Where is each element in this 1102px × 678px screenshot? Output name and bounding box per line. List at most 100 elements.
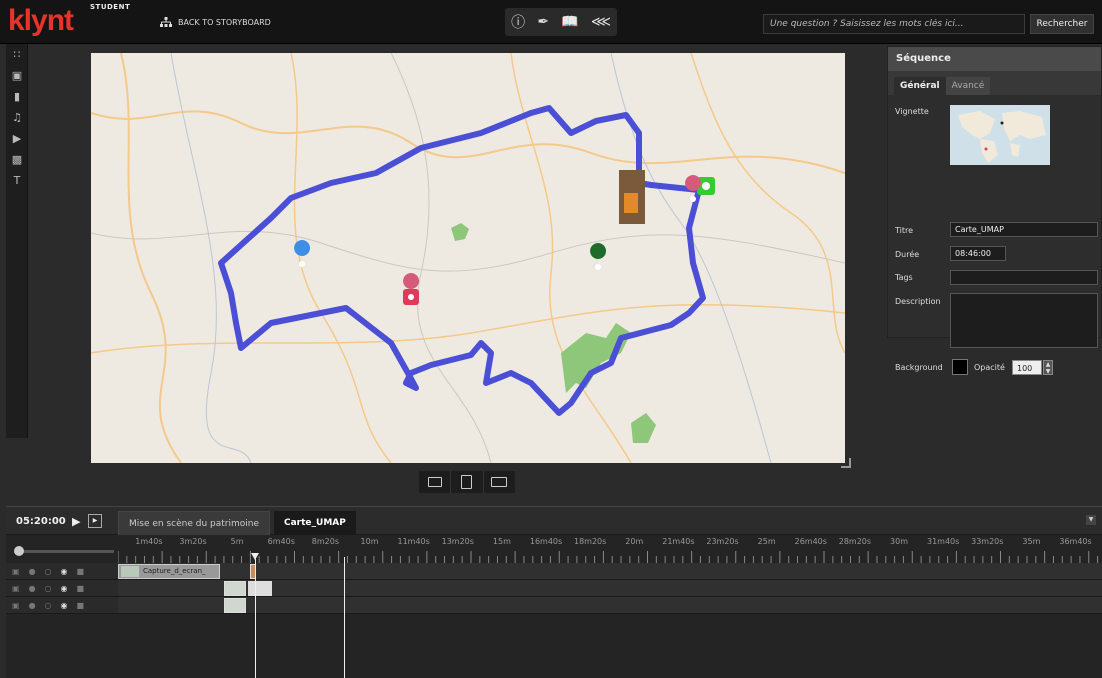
- gear-icon[interactable]: ●: [29, 567, 36, 576]
- opacite-label: Opacité: [974, 363, 1005, 372]
- duree-field[interactable]: 08:46:00: [950, 246, 1006, 261]
- lock-icon[interactable]: ■: [77, 584, 85, 593]
- left-toolbar: ∷ ▣ ▮ ♫ ▶ ▩ T: [6, 44, 28, 438]
- map-canvas[interactable]: [91, 53, 845, 463]
- timeline: 05:20:00 ▶ ▶ Mise en scène du patrimoine…: [6, 506, 1102, 678]
- book-icon[interactable]: 📖: [561, 14, 578, 30]
- ruler-label: 6m40s: [267, 537, 295, 546]
- tags-label: Tags: [895, 273, 913, 282]
- trash-icon[interactable]: ▣: [12, 584, 20, 593]
- ruler-label: 28m20s: [838, 537, 872, 546]
- app-logo-subtitle: STUDENT: [90, 3, 131, 11]
- preview-button[interactable]: ▶: [88, 514, 102, 528]
- trash-icon[interactable]: ▣: [12, 567, 20, 576]
- opacite-field[interactable]: 100: [1012, 360, 1042, 375]
- eye-icon[interactable]: ◉: [61, 567, 68, 576]
- lock-icon[interactable]: ■: [77, 567, 85, 576]
- vignette-thumbnail[interactable]: [950, 105, 1050, 165]
- ruler-label: 11m40s: [397, 537, 430, 546]
- ruler-label: 36m40s: [1059, 537, 1092, 546]
- info-icon[interactable]: ⓘ: [511, 12, 525, 32]
- video-icon[interactable]: ▮: [6, 86, 28, 107]
- tab-mise-en-scene[interactable]: Mise en scène du patrimoine: [118, 511, 270, 535]
- eye-icon[interactable]: ◉: [61, 601, 68, 610]
- background-color-swatch[interactable]: [952, 359, 968, 375]
- sequence-end-marker[interactable]: [344, 557, 345, 678]
- back-to-storyboard-link[interactable]: BACK TO STORYBOARD: [160, 17, 271, 27]
- marker-photo[interactable]: [619, 170, 645, 224]
- share-icon[interactable]: ⋘: [591, 14, 611, 30]
- opacite-stepper[interactable]: ▲ ▼: [1043, 360, 1053, 375]
- clip-image-thumb[interactable]: [248, 581, 272, 596]
- ruler-label: 35m: [1022, 537, 1041, 546]
- ruler-label: 5m: [230, 537, 244, 546]
- search-input[interactable]: [763, 14, 1025, 34]
- timeline-menu-button[interactable]: ▼: [1086, 515, 1096, 525]
- tags-field[interactable]: [950, 270, 1098, 285]
- clip-map-thumb[interactable]: [224, 598, 246, 613]
- description-field[interactable]: [950, 293, 1098, 348]
- track-area[interactable]: Capture_d_ecran_: [118, 563, 1102, 579]
- music-icon[interactable]: ♫: [6, 107, 28, 128]
- search-button[interactable]: Rechercher: [1030, 14, 1094, 34]
- text-icon[interactable]: T: [6, 170, 28, 191]
- link-icon[interactable]: ○: [45, 601, 52, 610]
- tab-general[interactable]: Général: [894, 77, 946, 95]
- camera-icon[interactable]: ▣: [6, 65, 28, 86]
- ruler-label: 13m20s: [441, 537, 474, 546]
- gear-icon[interactable]: ●: [29, 584, 36, 593]
- timeline-header: 05:20:00 ▶ ▶ Mise en scène du patrimoine…: [6, 507, 1102, 535]
- app-logo[interactable]: klynt: [8, 4, 74, 38]
- canvas-resize-handle[interactable]: [841, 458, 851, 468]
- zoom-slider-track[interactable]: [14, 550, 114, 553]
- track-area[interactable]: [118, 597, 1102, 613]
- tab-avance[interactable]: Avancé: [945, 77, 991, 95]
- ruler-label: 25m: [757, 537, 776, 546]
- format-tablet-button[interactable]: [451, 471, 484, 493]
- format-wide-button[interactable]: [419, 471, 452, 493]
- trash-icon[interactable]: ▣: [12, 601, 20, 610]
- editor-toolbar: ⓘ ✒ 📖 ⋘: [505, 8, 617, 36]
- timeline-track: ▣ ● ○ ◉ ■: [6, 597, 1102, 614]
- zoom-slider-handle[interactable]: [14, 546, 24, 556]
- grid-icon[interactable]: ∷: [6, 44, 28, 65]
- ruler-label: 23m20s: [706, 537, 739, 546]
- play-button[interactable]: ▶: [72, 515, 80, 528]
- lock-icon[interactable]: ■: [77, 601, 85, 610]
- ruler-label: 26m40s: [794, 537, 827, 546]
- tab-carte-umap[interactable]: Carte_UMAP: [274, 511, 356, 535]
- vignette-label: Vignette: [895, 107, 929, 116]
- time-ruler[interactable]: 1m40s 3m20s 5m 6m40s 8m20s 10m 11m40s 13m20s 15m…: [118, 535, 1102, 563]
- vignette-map-image: [950, 105, 1050, 165]
- clip-capture[interactable]: Capture_d_ecran_: [118, 564, 220, 579]
- link-icon[interactable]: ○: [45, 567, 52, 576]
- ruler-label: 30m: [890, 537, 909, 546]
- clip-map-thumb[interactable]: [224, 581, 246, 596]
- titre-field[interactable]: Carte_UMAP: [950, 222, 1098, 237]
- clip-label: Capture_d_ecran_: [143, 567, 206, 575]
- link-icon[interactable]: ○: [45, 584, 52, 593]
- top-bar: klynt STUDENT BACK TO STORYBOARD ⓘ ✒ 📖 ⋘…: [0, 0, 1102, 44]
- ruler-label: 15m: [492, 537, 511, 546]
- ruler-label: 33m20s: [971, 537, 1004, 546]
- ruler-label: 16m40s: [529, 537, 563, 546]
- ruler-ticks: [118, 551, 1099, 563]
- timeline-track: ▣ ● ○ ◉ ■: [6, 580, 1102, 597]
- ruler-label: 20m: [625, 537, 644, 546]
- brush-icon[interactable]: ✒: [537, 14, 549, 30]
- description-label: Description: [895, 297, 941, 306]
- track-area[interactable]: [118, 580, 1102, 596]
- ruler-label: 31m40s: [926, 537, 960, 546]
- panel-body: Vignette Titre Carte_UMAP Durée 08:46:00…: [888, 95, 1101, 375]
- panel-tabs: Général Avancé: [894, 77, 991, 95]
- ruler-label: 3m20s: [179, 537, 207, 546]
- back-to-storyboard-label: BACK TO STORYBOARD: [178, 17, 271, 27]
- gear-icon[interactable]: ●: [29, 601, 36, 610]
- sequence-panel: Séquence Général Avancé Vignette Titre C…: [887, 46, 1102, 375]
- titre-label: Titre: [895, 226, 914, 235]
- image-icon[interactable]: ▩: [6, 149, 28, 170]
- playhead[interactable]: [255, 557, 256, 678]
- eye-icon[interactable]: ◉: [61, 584, 68, 593]
- format-widescreen-button[interactable]: [484, 471, 515, 493]
- play-icon[interactable]: ▶: [6, 128, 28, 149]
